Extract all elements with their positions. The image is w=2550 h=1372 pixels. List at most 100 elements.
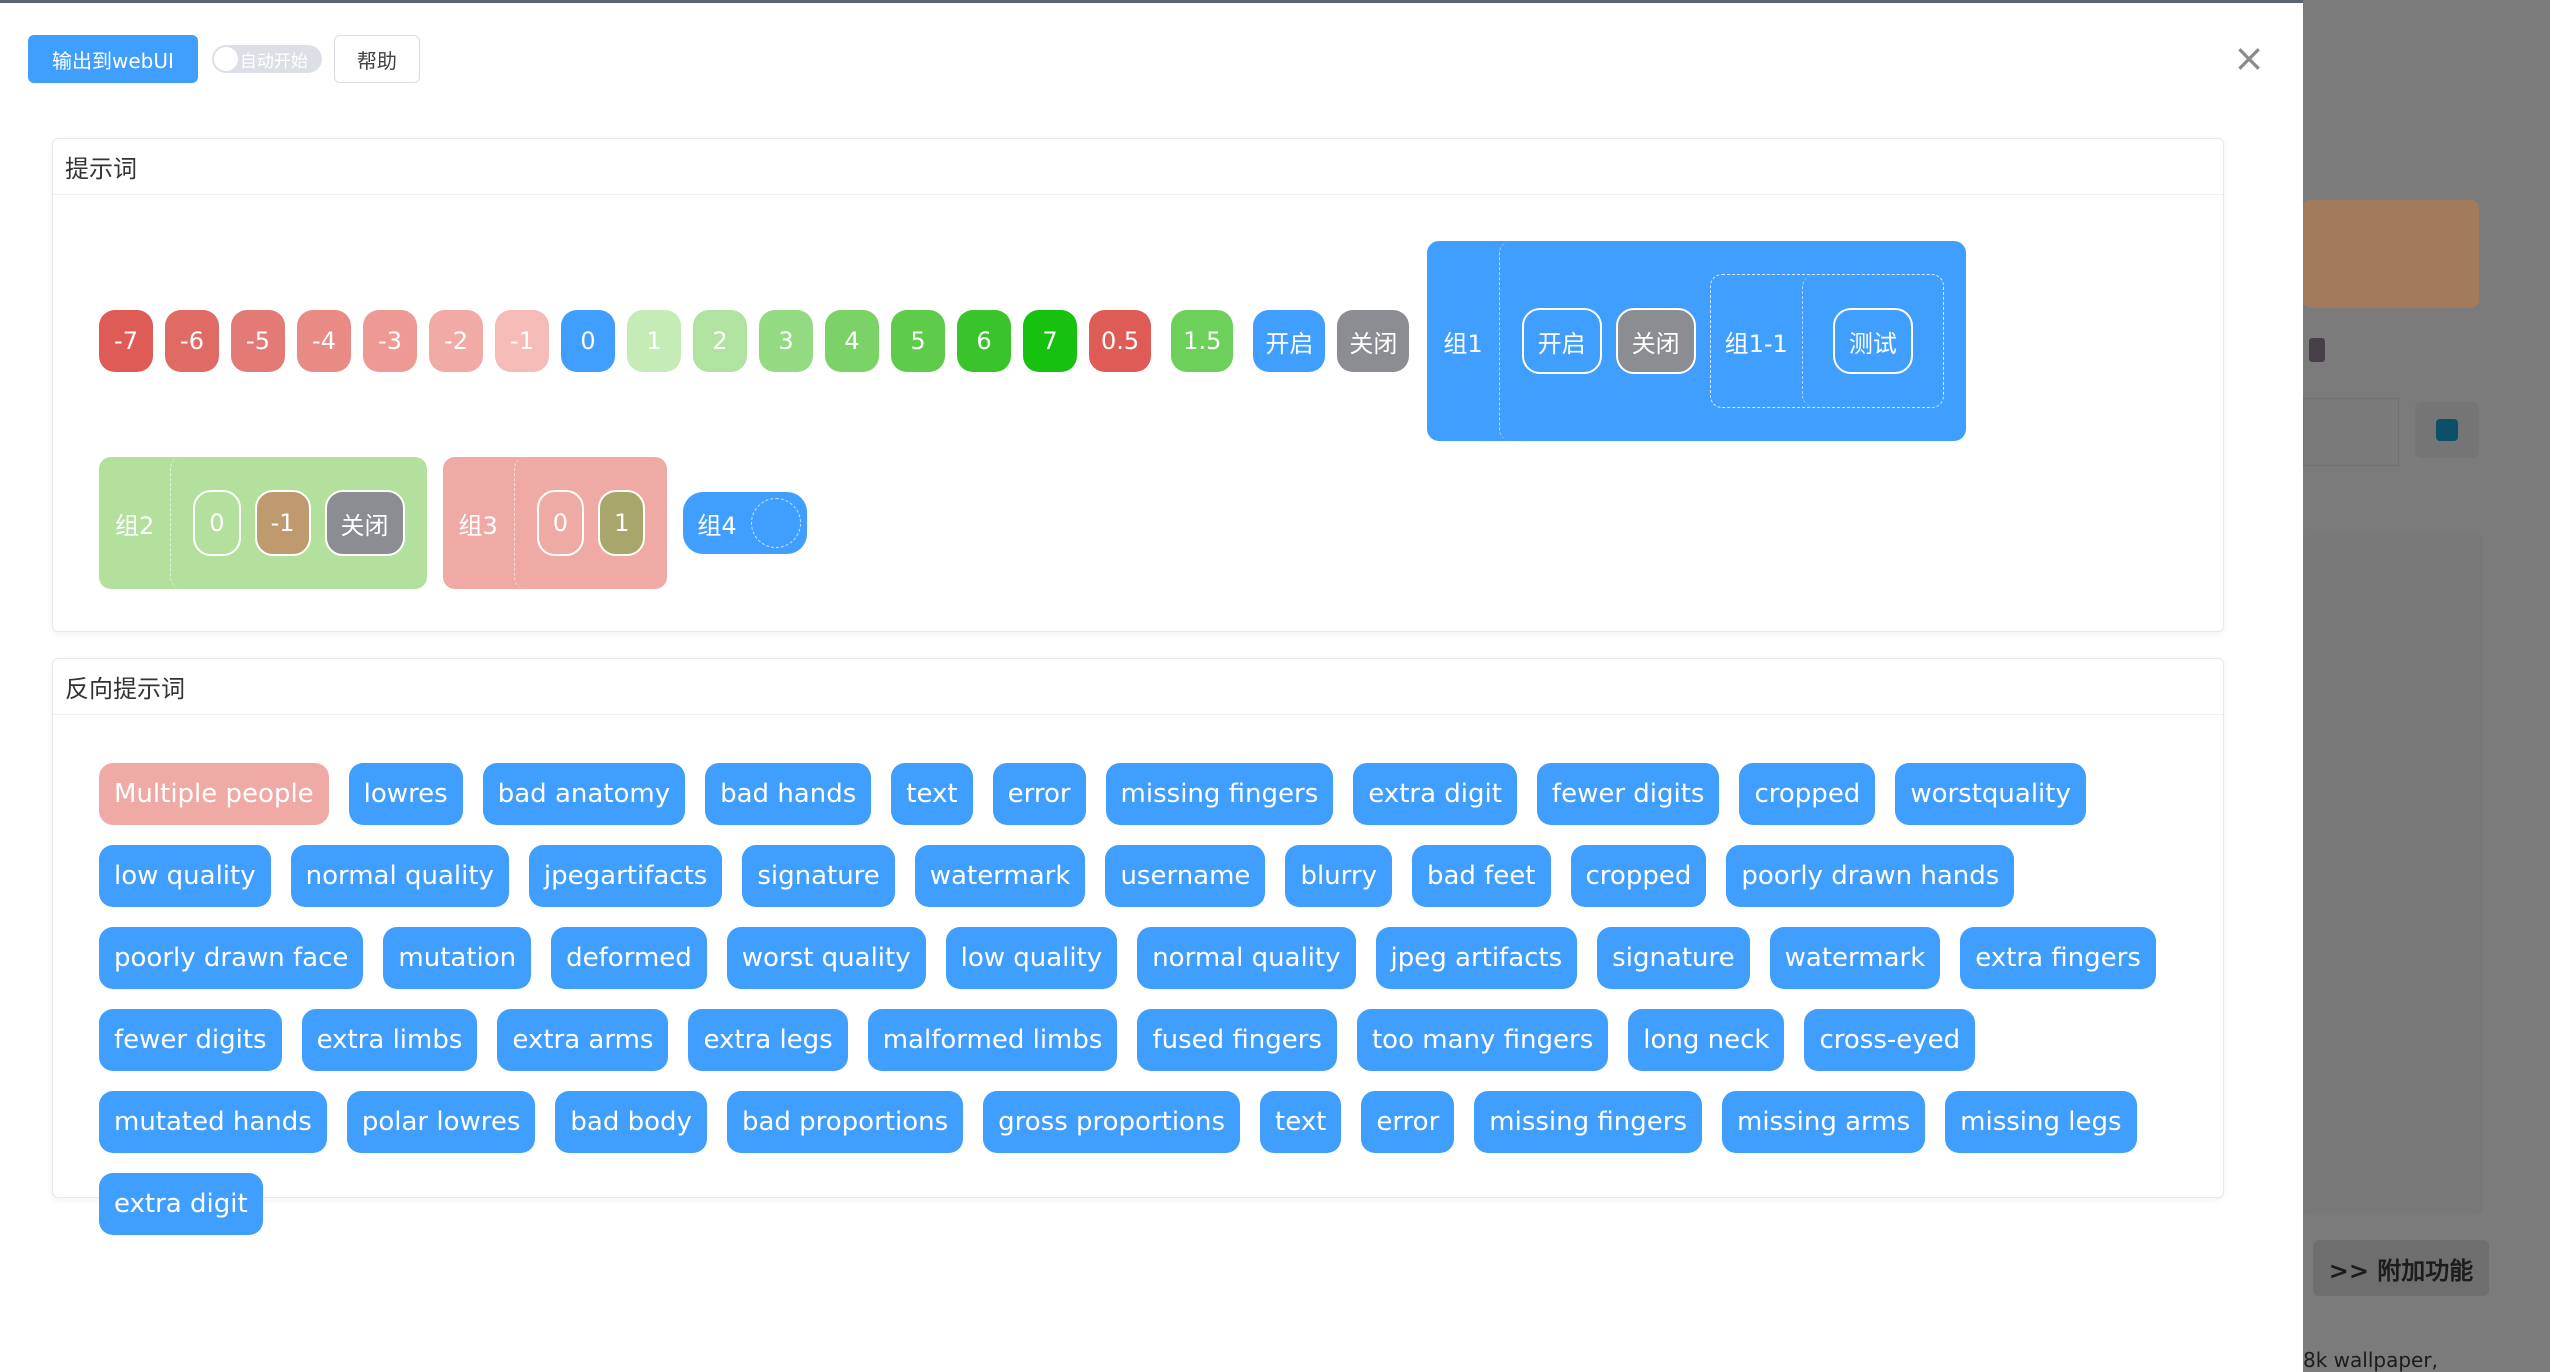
negative-tag[interactable]: cross-eyed (1804, 1009, 1976, 1071)
weight-chip[interactable]: -7 (99, 310, 153, 372)
group-1-open-chip[interactable]: 开启 (1521, 308, 1602, 374)
negative-tag[interactable]: extra digit (1353, 763, 1517, 825)
negative-tag[interactable]: extra digit (99, 1173, 263, 1235)
negative-tag[interactable]: bad anatomy (482, 763, 686, 825)
negative-tag[interactable]: poorly drawn hands (1726, 845, 2015, 907)
negative-tag[interactable]: fewer digits (1536, 763, 1720, 825)
group2-chip[interactable]: 关闭 (324, 490, 405, 556)
negative-tag[interactable]: mutation (383, 927, 532, 989)
background-card (2303, 200, 2479, 308)
negative-tag[interactable]: extra arms (497, 1009, 669, 1071)
group-4-label: 组4 (697, 511, 737, 540)
negative-tag[interactable]: missing arms (1722, 1091, 1926, 1153)
weight-chip[interactable]: 0.5 (1089, 310, 1152, 372)
weight-chip[interactable]: 7 (1023, 310, 1077, 372)
negative-tag[interactable]: blurry (1285, 845, 1392, 907)
negative-tag[interactable]: worst quality (726, 927, 926, 989)
weight-chip[interactable]: -5 (231, 310, 285, 372)
negative-tag[interactable]: malformed limbs (867, 1009, 1118, 1071)
negative-tag[interactable]: jpegartifacts (528, 845, 723, 907)
background-page: >> 附加功能 8k wallpaper, (2303, 0, 2550, 1372)
prompt-chips-row: -7 -6 -5 -4 -3 -2 -1 0 1 2 3 4 5 6 7 0.5 1.5 开启 关闭 组1 开启… (99, 241, 1966, 441)
weight-chip[interactable]: 0 (561, 310, 615, 372)
negative-tag[interactable]: normal quality (1137, 927, 1356, 989)
negative-tag[interactable]: too many fingers (1356, 1009, 1609, 1071)
negative-tag[interactable]: mutated hands (99, 1091, 327, 1153)
negative-tag[interactable]: cropped (1739, 763, 1876, 825)
negative-tag[interactable]: Multiple people (99, 763, 329, 825)
weight-chip[interactable]: -3 (363, 310, 417, 372)
weight-chip[interactable]: 1 (627, 310, 681, 372)
negative-tag[interactable]: watermark (914, 845, 1086, 907)
weight-chip[interactable]: -1 (495, 310, 549, 372)
weight-chip[interactable]: -6 (165, 310, 219, 372)
negative-tag[interactable]: fewer digits (99, 1009, 282, 1071)
autostart-toggle[interactable]: 自动开始 (211, 45, 322, 73)
negative-tag[interactable]: normal quality (290, 845, 509, 907)
negative-tag[interactable]: fused fingers (1137, 1009, 1337, 1071)
negative-tag[interactable]: long neck (1628, 1009, 1785, 1071)
weight-chip[interactable]: 4 (825, 310, 879, 372)
negative-tag[interactable]: bad hands (705, 763, 872, 825)
negative-tag[interactable]: missing fingers (1105, 763, 1334, 825)
negative-tag[interactable]: worstquality (1895, 763, 2086, 825)
negative-tag[interactable]: bad proportions (726, 1091, 964, 1153)
group-4[interactable]: 组4 (683, 492, 807, 554)
group3-chip[interactable]: 1 (598, 490, 646, 556)
negative-tag[interactable]: watermark (1769, 927, 1941, 989)
output-to-webui-button[interactable]: 输出到webUI (28, 35, 198, 83)
negative-tag[interactable]: poorly drawn face (99, 927, 364, 989)
prompt-groups-row: 组2 0 -1 关闭 组3 01 组4 (99, 457, 807, 589)
weight-chip[interactable]: -2 (429, 310, 483, 372)
negative-tag[interactable]: extra legs (688, 1009, 848, 1071)
background-panel (2303, 535, 2483, 1215)
group-1-close-chip[interactable]: 关闭 (1615, 308, 1696, 374)
negative-tag[interactable]: extra limbs (301, 1009, 478, 1071)
open-chip[interactable]: 开启 (1253, 310, 1326, 372)
negative-tag[interactable]: text (1260, 1091, 1342, 1153)
weight-chips: -7 -6 -5 -4 -3 -2 -1 0 1 2 3 4 5 6 7 0.5 1.5 (99, 310, 1253, 372)
negative-tag[interactable]: low quality (945, 927, 1118, 989)
background-prompt-text: 8k wallpaper, (2303, 1348, 2438, 1372)
group-2[interactable]: 组2 0 -1 关闭 (99, 457, 427, 589)
refresh-icon (2436, 419, 2458, 441)
test-chip[interactable]: 测试 (1832, 308, 1913, 374)
help-button[interactable]: 帮助 (333, 35, 420, 83)
close-icon[interactable]: × (2232, 39, 2266, 77)
negative-tag[interactable]: gross proportions (983, 1091, 1240, 1153)
close-chip[interactable]: 关闭 (1337, 310, 1410, 372)
negative-tag[interactable]: deformed (551, 927, 707, 989)
weight-chip[interactable]: 2 (693, 310, 747, 372)
weight-chip[interactable]: -4 (297, 310, 351, 372)
negative-tag[interactable]: error (992, 763, 1086, 825)
negative-tag[interactable]: jpeg artifacts (1375, 927, 1578, 989)
negative-tag[interactable]: text (891, 763, 973, 825)
background-icon (2309, 338, 2325, 362)
group-1-1[interactable]: 组1-1 测试 (1709, 274, 1944, 408)
negative-tag[interactable]: bad feet (1411, 845, 1551, 907)
group-1-1-body: 测试 (1801, 275, 1943, 407)
group-3[interactable]: 组3 01 (442, 457, 668, 589)
weight-chip[interactable]: 3 (759, 310, 813, 372)
weight-chip[interactable]: 5 (891, 310, 945, 372)
group2-chip[interactable]: -1 (254, 490, 311, 556)
negative-tag[interactable]: missing fingers (1474, 1091, 1702, 1153)
negative-tags: Multiple people lowres bad anatomy bad hand… (99, 763, 2189, 1255)
negative-tag[interactable]: lowres (348, 763, 463, 825)
negative-tag[interactable]: polar lowres (346, 1091, 536, 1153)
negative-tag[interactable]: bad body (555, 1091, 707, 1153)
negative-tag[interactable]: username (1105, 845, 1266, 907)
negative-tag[interactable]: cropped (1570, 845, 1707, 907)
weight-chip[interactable]: 1.5 (1171, 310, 1234, 372)
negative-tag[interactable]: missing legs (1945, 1091, 2137, 1153)
negative-tag[interactable]: error (1361, 1091, 1455, 1153)
group-3-label: 组3 (458, 511, 498, 540)
group-1[interactable]: 组1 开启 关闭 组1-1 测试 (1427, 241, 1966, 441)
weight-chip[interactable]: 6 (957, 310, 1011, 372)
negative-tag[interactable]: low quality (99, 845, 271, 907)
negative-tag[interactable]: extra fingers (1960, 927, 2156, 989)
group3-chip[interactable]: 0 (536, 490, 585, 556)
group2-chip[interactable]: 0 (193, 490, 241, 556)
negative-tag[interactable]: signature (1597, 927, 1750, 989)
negative-tag[interactable]: signature (742, 845, 895, 907)
